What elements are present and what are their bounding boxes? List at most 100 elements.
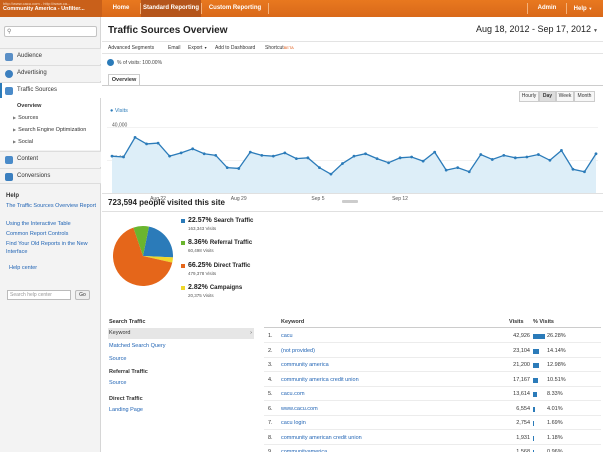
visits-point[interactable] [479, 153, 483, 156]
admin-link[interactable]: Admin [530, 0, 564, 17]
export-button[interactable]: Export ▼ [188, 45, 207, 51]
granularity-month[interactable]: Month [574, 91, 595, 102]
help-menu[interactable]: Help ▼ [568, 0, 598, 17]
visits-point[interactable] [548, 158, 552, 162]
visits-point[interactable] [318, 166, 321, 170]
visits-point[interactable] [179, 151, 183, 155]
chart-resize-handle[interactable] [342, 200, 358, 203]
dim-matched-search-query[interactable]: Matched Search Query [108, 341, 254, 352]
report-search-input[interactable]: ⚲ [4, 26, 97, 37]
visits-point[interactable] [191, 147, 195, 151]
keyword-link[interactable]: cacu [281, 333, 293, 339]
visits-point[interactable] [202, 152, 206, 156]
visits-point[interactable] [306, 156, 310, 160]
visits-point[interactable] [133, 135, 137, 139]
visits-point[interactable] [560, 149, 563, 152]
visits-point[interactable] [467, 170, 471, 174]
column-header-visits[interactable]: Visits [509, 319, 524, 325]
visits-point[interactable] [433, 150, 437, 154]
visits-point[interactable] [444, 168, 448, 172]
visits-point[interactable] [490, 158, 494, 161]
table-row[interactable]: 7. cacu login 2,754 1.69% [264, 417, 601, 430]
visits-point[interactable] [594, 152, 598, 156]
tab-standard-reporting[interactable]: Standard Reporting [141, 0, 201, 17]
dim-referral-source[interactable]: Source [108, 378, 254, 389]
table-row[interactable]: 5. cacu.com 13,614 8.33% [264, 388, 601, 401]
tab-home[interactable]: Home [102, 0, 140, 17]
table-row[interactable]: 6. www.cacu.com 6,554 4.01% [264, 403, 601, 416]
visits-point[interactable] [364, 152, 367, 156]
table-row[interactable]: 8. community american credit union 1,931 1.… [264, 432, 601, 445]
sidebar-item-advertising[interactable]: Advertising [0, 65, 101, 81]
help-link-overview-report[interactable]: The Traffic Sources Overview Report [6, 202, 98, 210]
table-row[interactable]: 2. (not provided) 23,104 14.14% [264, 345, 601, 358]
visits-point[interactable] [375, 157, 379, 161]
keyword-link[interactable]: community america [281, 362, 329, 368]
visits-point[interactable] [341, 162, 344, 165]
help-link-old-reports[interactable]: Find Your Old Reports in the New Interfa… [6, 240, 98, 256]
visits-point[interactable] [525, 155, 529, 159]
tab-custom-reporting[interactable]: Custom Reporting [202, 0, 268, 17]
date-range-picker[interactable]: Aug 18, 2012 - Sep 17, 2012 ▼ [476, 24, 598, 34]
visits-point[interactable] [110, 154, 114, 158]
visits-point[interactable] [513, 156, 517, 160]
table-row[interactable]: 9. communityamerica 1,568 0.96% [264, 446, 601, 452]
shortcut-button[interactable]: ShortcutBETA [265, 45, 294, 51]
visits-point[interactable] [410, 155, 414, 159]
sidebar-item-traffic-sources[interactable]: Traffic Sources [0, 82, 101, 99]
visits-point[interactable] [456, 166, 460, 170]
go-button[interactable]: Go [75, 290, 90, 300]
keyword-link[interactable]: www.cacu.com [281, 406, 318, 412]
advanced-segments-button[interactable]: Advanced Segments [108, 45, 154, 51]
visits-point[interactable] [168, 154, 172, 158]
column-header-keyword[interactable]: Keyword [281, 319, 304, 325]
help-center-link[interactable]: Help center [9, 264, 101, 272]
help-link-interactive-table[interactable]: Using the Interactive Table [6, 220, 98, 228]
visits-point[interactable] [283, 151, 287, 155]
visits-point[interactable] [122, 155, 125, 159]
keyword-link[interactable]: cacu login [281, 420, 306, 426]
keyword-link[interactable]: (not provided) [281, 348, 315, 354]
dim-landing-page[interactable]: Landing Page [108, 405, 254, 416]
visits-point[interactable] [260, 153, 264, 157]
visits-point[interactable] [214, 153, 218, 157]
keyword-link[interactable]: community america credit union [281, 377, 359, 383]
visits-point[interactable] [329, 172, 333, 176]
visits-point[interactable] [421, 159, 425, 163]
table-row[interactable]: 3. community america 21,200 12.98% [264, 359, 601, 372]
visits-point[interactable] [387, 161, 390, 165]
visits-point[interactable] [502, 153, 506, 157]
sidebar-sub-seo[interactable]: ▶ Search Engine Optimization [13, 127, 86, 133]
sidebar-sub-overview[interactable]: Overview [17, 103, 41, 109]
sidebar-item-audience[interactable]: Audience [0, 48, 101, 64]
visits-point[interactable] [398, 156, 402, 160]
table-row[interactable]: 1. cacu 42,926 26.28% [264, 330, 601, 343]
visits-point[interactable] [583, 170, 586, 174]
email-button[interactable]: Email [168, 45, 181, 51]
granularity-week[interactable]: Week [556, 91, 574, 102]
sidebar-item-content[interactable]: Content [0, 151, 101, 167]
visits-point[interactable] [352, 154, 356, 158]
visits-point[interactable] [145, 142, 148, 146]
granularity-hourly[interactable]: Hourly [519, 91, 539, 102]
visits-point[interactable] [294, 157, 298, 161]
visits-point[interactable] [271, 154, 275, 158]
visits-point[interactable] [248, 150, 252, 154]
table-row[interactable]: 4. community america credit union 17,167 10… [264, 374, 601, 387]
help-link-report-controls[interactable]: Common Report Controls [6, 230, 98, 238]
dim-search-source[interactable]: Source [108, 354, 254, 365]
help-search-input[interactable]: Search help center [7, 290, 71, 300]
column-header-pct-visits[interactable]: % Visits [533, 319, 554, 325]
sidebar-sub-sources[interactable]: ▶ Sources [13, 115, 38, 121]
visits-point[interactable] [225, 166, 229, 170]
sidebar-item-conversions[interactable]: Conversions [0, 168, 101, 184]
sidebar-sub-social[interactable]: ▶ Social [13, 139, 33, 145]
keyword-link[interactable]: cacu.com [281, 391, 305, 397]
granularity-day[interactable]: Day [539, 91, 556, 102]
visits-point[interactable] [156, 141, 160, 145]
visits-point[interactable] [237, 167, 241, 170]
visits-point[interactable] [536, 153, 540, 156]
account-selector[interactable]: http://www.cacu.com - http://www.ca... C… [0, 0, 102, 17]
dim-keyword[interactable]: Keyword › [108, 328, 254, 339]
keyword-link[interactable]: community american credit union [281, 435, 362, 441]
